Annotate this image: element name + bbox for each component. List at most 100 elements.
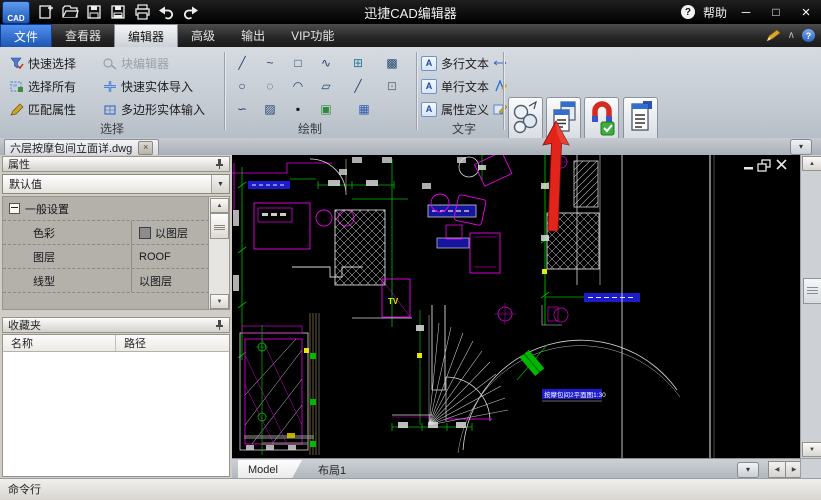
tab-overflow-chevron-button[interactable]: ▾ xyxy=(790,139,812,155)
draw-polyline-icon[interactable]: ∿ xyxy=(314,53,338,72)
polygon-entity-input-button[interactable]: 多边形实体输入 xyxy=(103,100,205,118)
draw-table-icon[interactable]: ▦ xyxy=(352,99,376,118)
match-properties-button[interactable]: 匹配属性 xyxy=(10,100,76,118)
doc-minimize-icon[interactable] xyxy=(744,167,753,170)
pencil-icon[interactable] xyxy=(766,29,781,42)
scroll-up-icon[interactable]: ▲ xyxy=(210,198,229,213)
favorites-col-name[interactable]: 名称 xyxy=(3,335,115,351)
draw-hatch-icon[interactable]: ▩ xyxy=(380,53,404,72)
mtext-button[interactable]: A 多行文本 xyxy=(421,54,507,72)
quick-entity-import-icon xyxy=(103,80,117,93)
property-preset-combobox[interactable]: 默认值 ▼ xyxy=(2,174,230,194)
attribute-define-button[interactable]: A 属性定义 xyxy=(421,100,507,118)
menu-tab-output[interactable]: 输出 xyxy=(228,24,278,47)
new-file-button[interactable] xyxy=(34,2,58,22)
draw-line2-icon[interactable]: ╱ xyxy=(346,76,370,95)
redo-button[interactable] xyxy=(178,2,202,22)
ribbon: 快速选择 选择所有 匹配属性 块编辑器 快速实体导入 多边形实体输入 选择 ╱ … xyxy=(0,47,821,139)
menu-tab-file[interactable]: 文件 xyxy=(0,24,52,47)
ribbon-divider xyxy=(503,52,504,130)
draw-donut-icon[interactable]: ◌ xyxy=(258,76,282,95)
document-tab-strip: 六层按摩包间立面详.dwg × ▾ xyxy=(0,138,821,156)
draw-point-icon[interactable]: ▪ xyxy=(286,99,310,118)
scroll-down-icon[interactable]: ▼ xyxy=(802,442,821,457)
cad-drawing: TV xyxy=(232,155,800,458)
property-name: 图层 xyxy=(3,249,131,265)
doc-restore-icon[interactable] xyxy=(758,160,770,171)
edit-icon xyxy=(626,98,656,140)
collapse-minus-icon[interactable] xyxy=(9,203,20,214)
property-row-empty xyxy=(3,293,209,309)
property-name: 色彩 xyxy=(3,225,131,241)
pin-icon[interactable] xyxy=(215,158,224,170)
document-tab-close-icon[interactable]: × xyxy=(138,141,153,155)
edit-attribute-icon[interactable] xyxy=(493,103,507,116)
draw-revcloud-icon[interactable]: ∽ xyxy=(230,99,254,118)
document-tab[interactable]: 六层按摩包间立面详.dwg × xyxy=(4,139,159,155)
save-button[interactable] xyxy=(82,2,106,22)
help-icon[interactable]: ? xyxy=(681,5,695,19)
menu-tab-viewer[interactable]: 查看器 xyxy=(52,24,114,47)
property-grid-scrollbar[interactable]: ▲ ▼ xyxy=(208,197,229,309)
property-row-color[interactable]: 色彩 以图层 xyxy=(3,221,209,245)
ribbon-divider xyxy=(416,52,417,130)
draw-copy-icon[interactable]: ⊞ xyxy=(346,53,370,72)
model-tab[interactable]: Model xyxy=(238,460,302,479)
draw-arc-icon[interactable]: ◠ xyxy=(286,76,310,95)
scroll-down-icon[interactable]: ▼ xyxy=(210,294,229,309)
draw-spline-icon[interactable]: ~ xyxy=(258,53,282,72)
attribute-define-label: 属性定义 xyxy=(441,101,489,118)
help-label[interactable]: 帮助 xyxy=(703,4,727,21)
properties-panel-header[interactable]: 属性 xyxy=(2,156,230,172)
select-all-button[interactable]: 选择所有 xyxy=(10,77,76,95)
draw-image-icon[interactable]: ▣ xyxy=(314,99,338,118)
collapse-ribbon-icon[interactable]: ∧ xyxy=(788,30,795,41)
pin-icon[interactable] xyxy=(215,319,224,331)
command-line-bar[interactable]: 命令行 xyxy=(0,478,821,500)
scrollbar-thumb[interactable] xyxy=(210,213,229,239)
print-button[interactable] xyxy=(130,2,154,22)
open-file-button[interactable] xyxy=(58,2,82,22)
scroll-left-icon[interactable]: ◀ xyxy=(768,461,786,478)
block-editor-button[interactable]: 块编辑器 xyxy=(103,54,169,72)
draw-block-icon[interactable]: ⊡ xyxy=(380,76,404,95)
draw-line-icon[interactable]: ╱ xyxy=(230,53,254,72)
drawing-canvas[interactable]: TV xyxy=(232,155,800,458)
layout-tab-bar: Model 布局1 ▾ ◀ ▶ xyxy=(232,458,800,479)
scroll-up-icon[interactable]: ▲ xyxy=(802,156,821,171)
close-button[interactable]: × xyxy=(795,4,817,21)
quick-entity-import-button[interactable]: 快速实体导入 xyxy=(103,77,193,95)
canvas-vertical-scrollbar[interactable]: ▲ ▼ xyxy=(800,155,821,458)
menu-tab-editor[interactable]: 编辑器 xyxy=(114,24,178,47)
scrollbar-thumb[interactable] xyxy=(803,278,821,304)
property-section-row[interactable]: 一般设置 xyxy=(3,197,209,221)
layout1-tab[interactable]: 布局1 xyxy=(318,460,346,479)
menu-tab-vip[interactable]: VIP功能 xyxy=(278,24,347,47)
favorites-panel-header[interactable]: 收藏夹 xyxy=(2,317,230,333)
dtext-button[interactable]: A 单行文本 xyxy=(421,77,507,95)
maximize-button[interactable]: □ xyxy=(765,5,787,19)
undo-button[interactable] xyxy=(154,2,178,22)
scrollbar-corner xyxy=(800,458,821,479)
quick-help-icon[interactable]: ? xyxy=(802,29,815,42)
favorites-col-path[interactable]: 路径 xyxy=(115,335,146,351)
favorites-list[interactable] xyxy=(2,352,230,477)
draw-rectangle-icon[interactable]: □ xyxy=(286,53,310,72)
dtext-icon: A xyxy=(421,79,437,94)
quick-select-button[interactable]: 快速选择 xyxy=(10,54,76,72)
draw-gradient-icon[interactable]: ▨ xyxy=(258,99,282,118)
layout-overflow-chevron-button[interactable]: ▾ xyxy=(737,462,759,478)
chevron-down-icon[interactable]: ▼ xyxy=(211,175,229,193)
property-row-linetype[interactable]: 线型 以图层 xyxy=(3,269,209,293)
property-row-layer[interactable]: 图层 ROOF xyxy=(3,245,209,269)
text-width-icon[interactable] xyxy=(493,57,507,70)
menu-tab-advanced[interactable]: 高级 xyxy=(178,24,228,47)
minimize-button[interactable]: ─ xyxy=(735,5,757,19)
text-style-icon[interactable] xyxy=(493,80,507,93)
draw-circle-icon[interactable]: ○ xyxy=(230,76,254,95)
draw-polygon-icon[interactable]: ▱ xyxy=(314,76,338,95)
property-section-label: 一般设置 xyxy=(25,201,69,217)
mtext-label: 多行文本 xyxy=(441,55,489,72)
save-as-button[interactable] xyxy=(106,2,130,22)
doc-close-icon[interactable] xyxy=(777,160,786,169)
